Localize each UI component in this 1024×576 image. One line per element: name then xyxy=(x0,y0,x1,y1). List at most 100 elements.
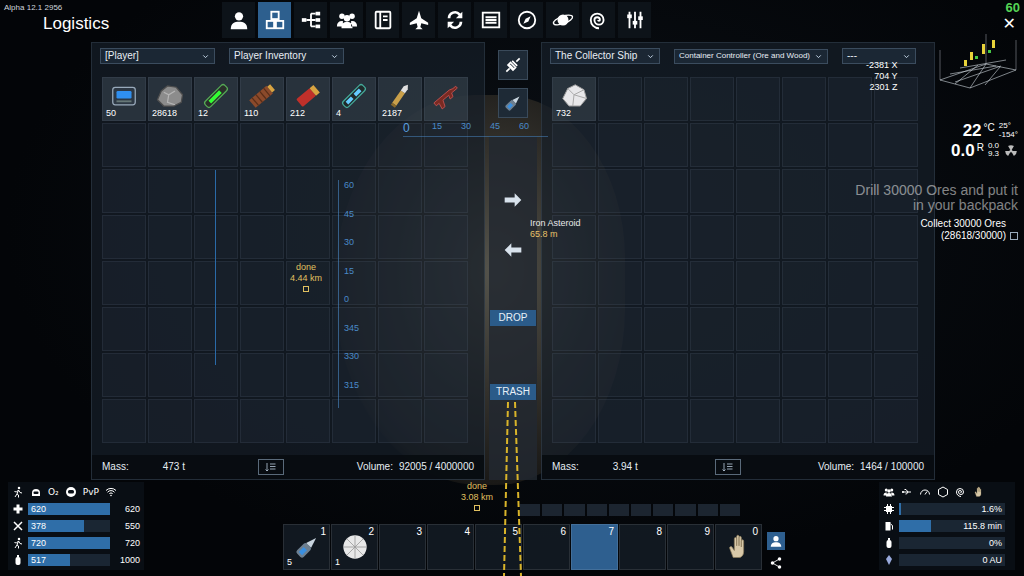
share-icon[interactable] xyxy=(769,556,783,570)
inventory-slot[interactable] xyxy=(148,215,192,259)
arrowleft-icon[interactable] xyxy=(501,240,525,260)
inventory-slot[interactable] xyxy=(644,169,688,213)
sort-icon[interactable] xyxy=(258,459,284,475)
hotbar-slot[interactable]: 21 xyxy=(331,524,378,570)
inventory-slot[interactable] xyxy=(736,215,780,259)
inventory-slot[interactable] xyxy=(332,123,376,167)
inventory-slot[interactable] xyxy=(194,353,238,397)
inventory-slot[interactable] xyxy=(598,215,642,259)
menu-tab[interactable] xyxy=(330,2,363,38)
inventory-slot[interactable] xyxy=(552,169,596,213)
inventory-slot[interactable]: 4 xyxy=(332,77,376,121)
inventory-slot[interactable] xyxy=(736,307,780,351)
inventory-slot[interactable] xyxy=(644,261,688,305)
task-checkbox[interactable] xyxy=(1010,232,1018,240)
inventory-slot[interactable] xyxy=(690,353,734,397)
bullet-icon[interactable] xyxy=(383,81,417,111)
page-segment[interactable] xyxy=(698,504,718,516)
page-segment[interactable] xyxy=(631,504,651,516)
inventory-slot[interactable]: 12 xyxy=(194,77,238,121)
menu-tab[interactable] xyxy=(510,2,543,38)
inventory-slot[interactable] xyxy=(782,77,826,121)
inventory-slot[interactable] xyxy=(782,353,826,397)
inventory-slot[interactable] xyxy=(148,353,192,397)
hotbar-slot[interactable]: 15 xyxy=(283,524,330,570)
inventory-slot[interactable] xyxy=(828,399,872,443)
inventory-slot[interactable] xyxy=(644,215,688,259)
hotbar-slot[interactable]: 3 xyxy=(379,524,426,570)
inventory-slot[interactable] xyxy=(378,261,422,305)
drop-button[interactable]: DROP xyxy=(490,310,536,326)
inventory-slot[interactable] xyxy=(690,399,734,443)
inventory-slot[interactable] xyxy=(240,215,284,259)
menu-tab[interactable] xyxy=(582,2,615,38)
hotbar-slot[interactable]: 4 xyxy=(427,524,474,570)
trash-button[interactable]: TRASH xyxy=(490,384,536,400)
inventory-slot[interactable] xyxy=(378,307,422,351)
inventory-slot[interactable]: 28618 xyxy=(148,77,192,121)
inventory-slot[interactable] xyxy=(782,123,826,167)
inventory-slot[interactable] xyxy=(552,399,596,443)
menu-tab[interactable] xyxy=(294,2,327,38)
menu-tab[interactable] xyxy=(438,2,471,38)
inventory-slot[interactable] xyxy=(378,399,422,443)
inventory-slot[interactable] xyxy=(148,261,192,305)
inventory-slot[interactable] xyxy=(378,215,422,259)
inventory-slot[interactable] xyxy=(148,307,192,351)
page-segment[interactable] xyxy=(653,504,673,516)
inventory-slot[interactable]: 732 xyxy=(552,77,596,121)
inventory-slot[interactable] xyxy=(102,215,146,259)
inventory-slot[interactable] xyxy=(736,353,780,397)
hotbar-slot[interactable]: 5 xyxy=(475,524,522,570)
inventory-slot[interactable] xyxy=(828,307,872,351)
inventory-slot[interactable] xyxy=(378,169,422,213)
inventory-slot[interactable] xyxy=(874,353,918,397)
inventory-slot[interactable] xyxy=(874,261,918,305)
hotbar-slot[interactable]: 7 xyxy=(571,524,618,570)
drill-button[interactable] xyxy=(498,88,528,118)
inventory-slot[interactable] xyxy=(148,399,192,443)
inventory-slot[interactable] xyxy=(102,261,146,305)
close-button[interactable]: ✕ xyxy=(1003,14,1016,33)
rod-icon[interactable] xyxy=(199,81,233,111)
inventory-slot[interactable] xyxy=(874,307,918,351)
inventory-slot[interactable] xyxy=(424,215,468,259)
page-segment[interactable] xyxy=(542,504,562,516)
shell-icon[interactable] xyxy=(291,81,325,111)
inventory-slot[interactable] xyxy=(736,261,780,305)
inventory-slot[interactable] xyxy=(552,307,596,351)
page-segment[interactable] xyxy=(720,504,740,516)
inventory-slot[interactable] xyxy=(194,123,238,167)
inventory-slot[interactable] xyxy=(828,77,872,121)
menu-tab[interactable] xyxy=(366,2,399,38)
hotbar-slot[interactable]: 8 xyxy=(619,524,666,570)
inventory-slot[interactable] xyxy=(148,123,192,167)
inventory-slot[interactable] xyxy=(552,261,596,305)
inventory-slot[interactable] xyxy=(102,169,146,213)
inventory-slot[interactable] xyxy=(194,169,238,213)
inventory-slot[interactable] xyxy=(828,215,872,259)
inventory-slot[interactable] xyxy=(148,169,192,213)
inventory-slot[interactable] xyxy=(424,353,468,397)
inventory-slot[interactable] xyxy=(286,123,330,167)
ammo-icon[interactable] xyxy=(245,81,279,111)
arrowright-icon[interactable] xyxy=(501,190,525,210)
inventory-slot[interactable] xyxy=(598,399,642,443)
inventory-slot[interactable] xyxy=(378,123,422,167)
hotbar-slot[interactable]: 6 xyxy=(523,524,570,570)
inventory-slot[interactable] xyxy=(828,123,872,167)
inventory-slot[interactable] xyxy=(874,123,918,167)
inventory-slot[interactable] xyxy=(240,353,284,397)
inventory-slot[interactable] xyxy=(286,215,330,259)
player-icon[interactable] xyxy=(767,532,785,550)
inventory-slot[interactable] xyxy=(286,353,330,397)
inventory-slot[interactable] xyxy=(240,169,284,213)
connect-button[interactable] xyxy=(498,50,528,80)
inventory-slot[interactable] xyxy=(782,261,826,305)
page-segment[interactable] xyxy=(520,504,540,516)
inventory-slot[interactable] xyxy=(552,123,596,167)
menu-tab[interactable] xyxy=(474,2,507,38)
inventory-slot[interactable] xyxy=(424,261,468,305)
inventory-slot[interactable] xyxy=(644,353,688,397)
inventory-slot[interactable] xyxy=(102,123,146,167)
